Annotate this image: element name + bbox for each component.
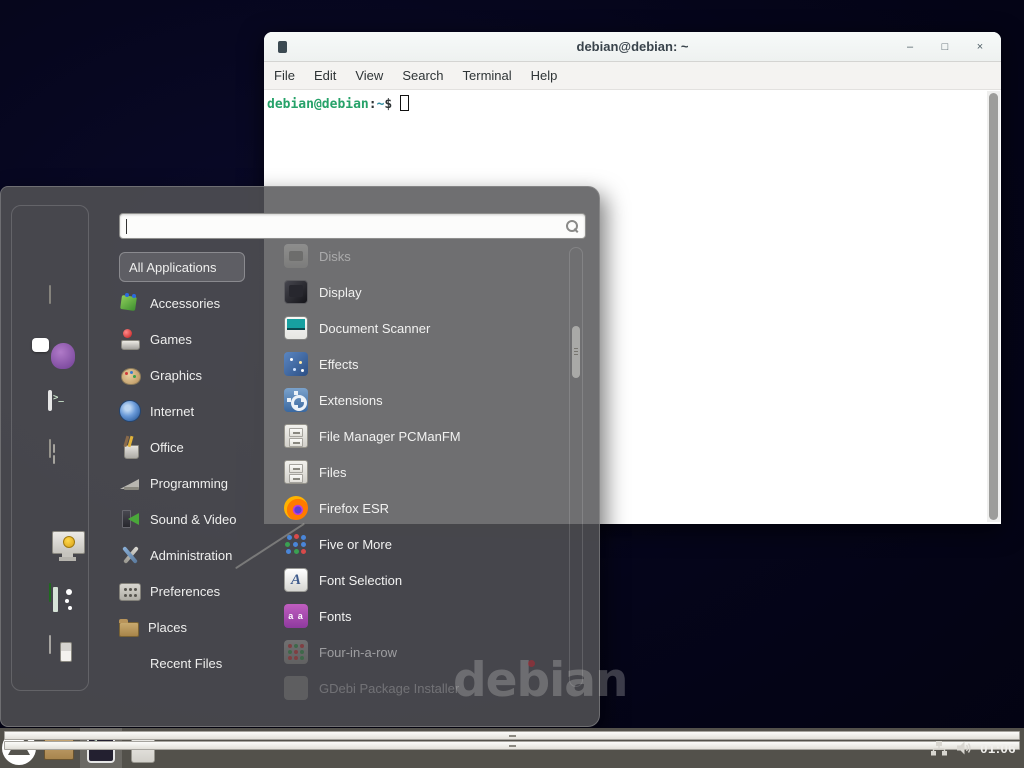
four-in-a-row-icon	[284, 640, 308, 664]
menu-scrollbar-thumb[interactable]	[572, 326, 580, 378]
folder-icon	[119, 622, 139, 637]
terminal-icon	[48, 390, 52, 411]
graphics-icon	[119, 364, 141, 386]
category-office[interactable]: Office	[119, 429, 277, 465]
office-icon	[119, 436, 141, 458]
app-item-files[interactable]: Files	[284, 454, 566, 490]
gdebi-icon	[284, 676, 308, 700]
accessories-icon	[119, 292, 141, 314]
menu-search[interactable]: Search	[402, 68, 443, 83]
shut-down-button[interactable]	[49, 636, 51, 654]
maximize-button[interactable]: □	[938, 32, 952, 62]
terminal-menubar: File Edit View Search Terminal Help	[264, 62, 1001, 90]
file-cabinet-icon	[49, 439, 51, 458]
app-item-extensions[interactable]: Extensions	[284, 382, 566, 418]
category-games[interactable]: Games	[119, 321, 277, 357]
file-manager-favorite-icon[interactable]	[49, 440, 51, 458]
menu-file[interactable]: File	[274, 68, 295, 83]
log-out-button[interactable]	[49, 584, 51, 602]
games-icon	[119, 328, 141, 350]
terminal-favorite-icon[interactable]	[48, 392, 52, 410]
favorites-column	[11, 205, 89, 691]
taskbar: 01:06	[0, 728, 1024, 768]
firefox-icon	[284, 496, 308, 520]
debian-watermark-dot	[528, 660, 535, 667]
category-all-applications[interactable]: All Applications	[119, 252, 245, 282]
app-item-five-or-more[interactable]: Five or More	[284, 526, 566, 562]
file-cabinet-icon	[284, 424, 308, 448]
file-cabinet-icon	[284, 460, 308, 484]
menu-view[interactable]: View	[355, 68, 383, 83]
window-title: debian@debian: ~	[577, 39, 689, 54]
programming-icon	[119, 472, 141, 494]
keyboard-favorite-icon[interactable]	[49, 286, 51, 304]
taskbar-files-button[interactable]	[122, 728, 164, 768]
volume-icon[interactable]	[955, 740, 973, 756]
fonts-icon	[284, 604, 308, 628]
prompt-user-host: debian@debian	[267, 97, 369, 112]
font-selection-icon	[284, 568, 308, 592]
log-out-icon	[49, 583, 51, 602]
app-item-fonts[interactable]: Fonts	[284, 598, 566, 634]
prompt-dollar: $	[384, 97, 392, 112]
prompt-colon: :	[369, 97, 377, 112]
effects-icon	[284, 352, 308, 376]
terminal-titlebar[interactable]: debian@debian: ~ – □ ×	[264, 32, 1001, 62]
app-item-firefox-esr[interactable]: Firefox ESR	[284, 490, 566, 526]
search-input[interactable]	[126, 219, 565, 234]
app-item-effects[interactable]: Effects	[284, 346, 566, 382]
debian-watermark: debian	[453, 653, 627, 708]
gear-icon	[284, 388, 308, 412]
category-accessories[interactable]: Accessories	[119, 285, 277, 321]
category-internet[interactable]: Internet	[119, 393, 277, 429]
terminal-app-icon	[278, 41, 287, 53]
scanner-icon	[284, 316, 308, 340]
app-item-disks[interactable]: Disks	[284, 238, 566, 274]
menu-terminal[interactable]: Terminal	[463, 68, 512, 83]
file-cabinet-icon	[131, 733, 155, 763]
globe-icon	[119, 400, 141, 422]
category-programming[interactable]: Programming	[119, 465, 277, 501]
search-icon	[565, 219, 579, 233]
categories-list: All Applications Accessories Games Graph…	[119, 249, 277, 681]
administration-icon	[119, 544, 141, 566]
system-tray: 01:06	[930, 728, 1016, 768]
app-item-document-scanner[interactable]: Document Scanner	[284, 310, 566, 346]
menu-edit[interactable]: Edit	[314, 68, 336, 83]
display-icon	[284, 280, 308, 304]
category-graphics[interactable]: Graphics	[119, 357, 277, 393]
terminal-scrollbar[interactable]	[987, 91, 1000, 522]
app-item-file-manager-pcmanfm[interactable]: File Manager PCManFM	[284, 418, 566, 454]
keyboard-icon	[49, 285, 51, 304]
menu-scrollbar[interactable]	[569, 247, 583, 687]
clock[interactable]: 01:06	[980, 741, 1016, 756]
category-recent-files[interactable]: Recent Files	[119, 645, 277, 681]
close-button[interactable]: ×	[973, 32, 987, 62]
applications-menu: All Applications Accessories Games Graph…	[0, 186, 600, 727]
category-sound-video[interactable]: Sound & Video	[119, 501, 277, 537]
sound-video-icon	[119, 508, 141, 530]
category-preferences[interactable]: Preferences	[119, 573, 277, 609]
app-item-display[interactable]: Display	[284, 274, 566, 310]
app-item-font-selection[interactable]: Font Selection	[284, 562, 566, 598]
minimize-button[interactable]: –	[903, 32, 917, 62]
terminal-cursor	[400, 95, 409, 111]
category-places[interactable]: Places	[119, 609, 277, 645]
menu-help[interactable]: Help	[531, 68, 558, 83]
search-box[interactable]	[119, 213, 586, 239]
network-icon[interactable]	[930, 740, 948, 757]
applications-list: Disks Display Document Scanner Effects E…	[284, 238, 566, 706]
disks-icon	[284, 244, 308, 268]
shut-down-icon	[49, 635, 51, 654]
terminal-scrollbar-thumb[interactable]	[989, 93, 998, 520]
preferences-icon	[119, 583, 141, 601]
